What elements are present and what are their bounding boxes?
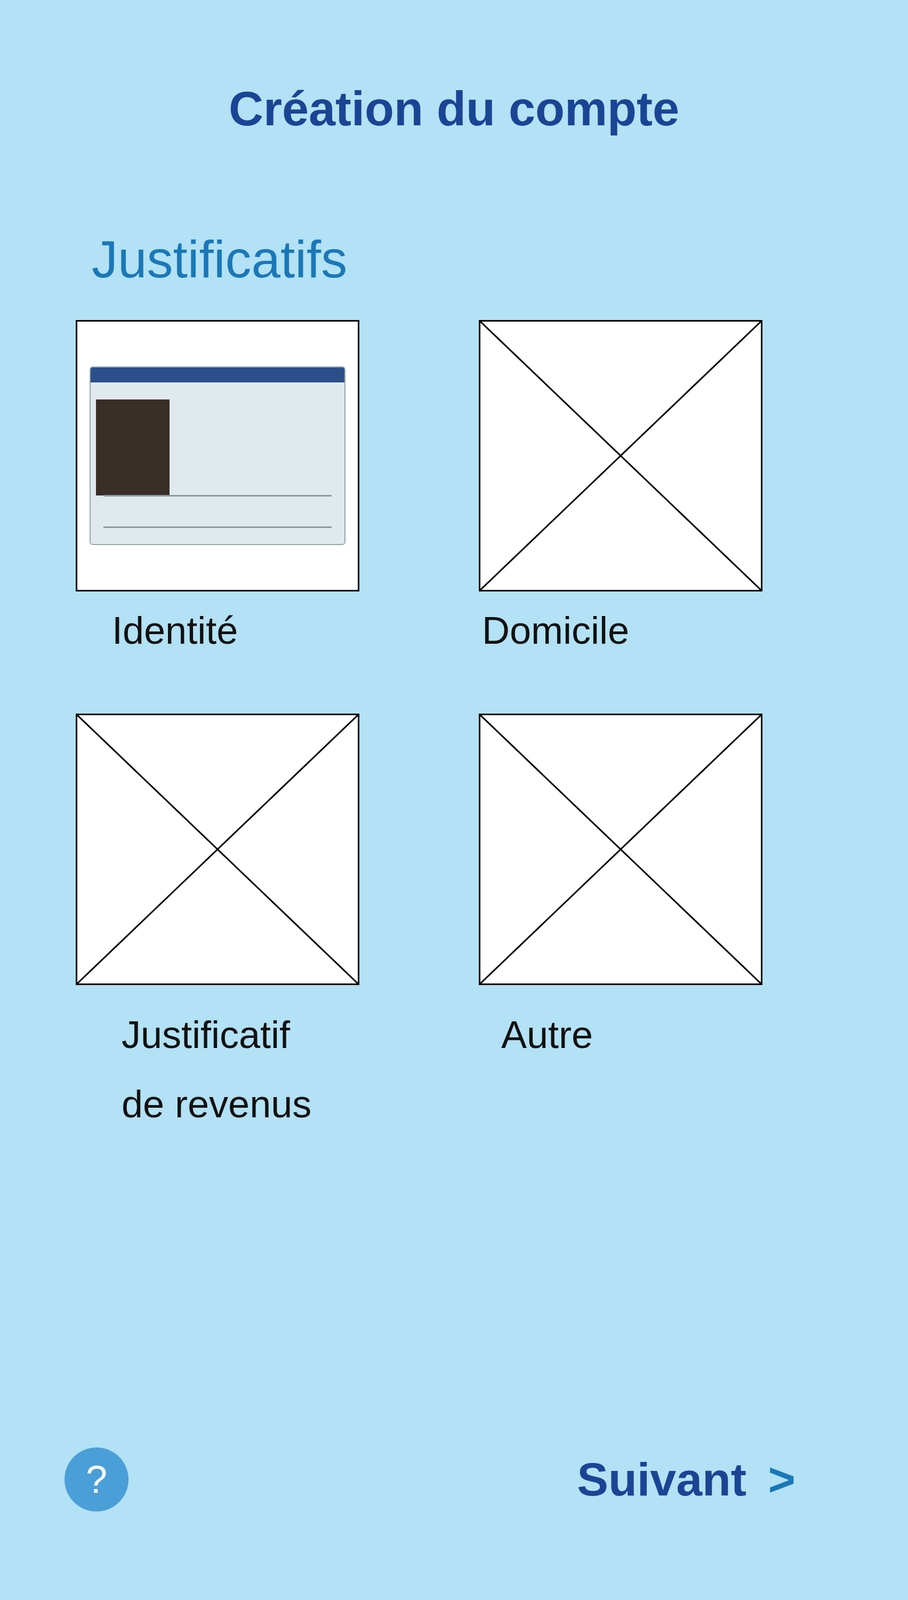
page-title: Création du compte xyxy=(0,79,908,138)
placeholder-icon xyxy=(480,714,761,984)
placeholder-icon xyxy=(480,321,761,590)
document-slot[interactable]: Autre xyxy=(478,713,763,1139)
document-tile[interactable] xyxy=(478,319,763,592)
id-card-photo xyxy=(89,366,346,545)
document-slot[interactable]: Domicile xyxy=(478,319,763,714)
next-button[interactable]: Suivant > xyxy=(576,1451,796,1507)
document-label: Domicile xyxy=(478,591,763,714)
footer: ? Suivant > xyxy=(0,1447,908,1600)
document-tile[interactable] xyxy=(478,713,763,985)
document-label: Autre xyxy=(478,984,763,1107)
account-creation-screen: Création du compte Justificatifs Identit… xyxy=(0,0,908,1600)
document-tile[interactable] xyxy=(75,319,360,592)
help-button[interactable]: ? xyxy=(64,1447,129,1512)
document-slot[interactable]: Justificatifde revenus xyxy=(75,713,360,1139)
document-tile[interactable] xyxy=(75,713,360,985)
placeholder-icon xyxy=(77,714,358,984)
document-grid: Identité Domicile Justificatifde revenus… xyxy=(75,319,908,1139)
section-title: Justificatifs xyxy=(91,228,908,292)
document-label: Identité xyxy=(75,591,360,714)
document-label: Justificatifde revenus xyxy=(75,984,360,1139)
document-slot[interactable]: Identité xyxy=(75,319,360,714)
